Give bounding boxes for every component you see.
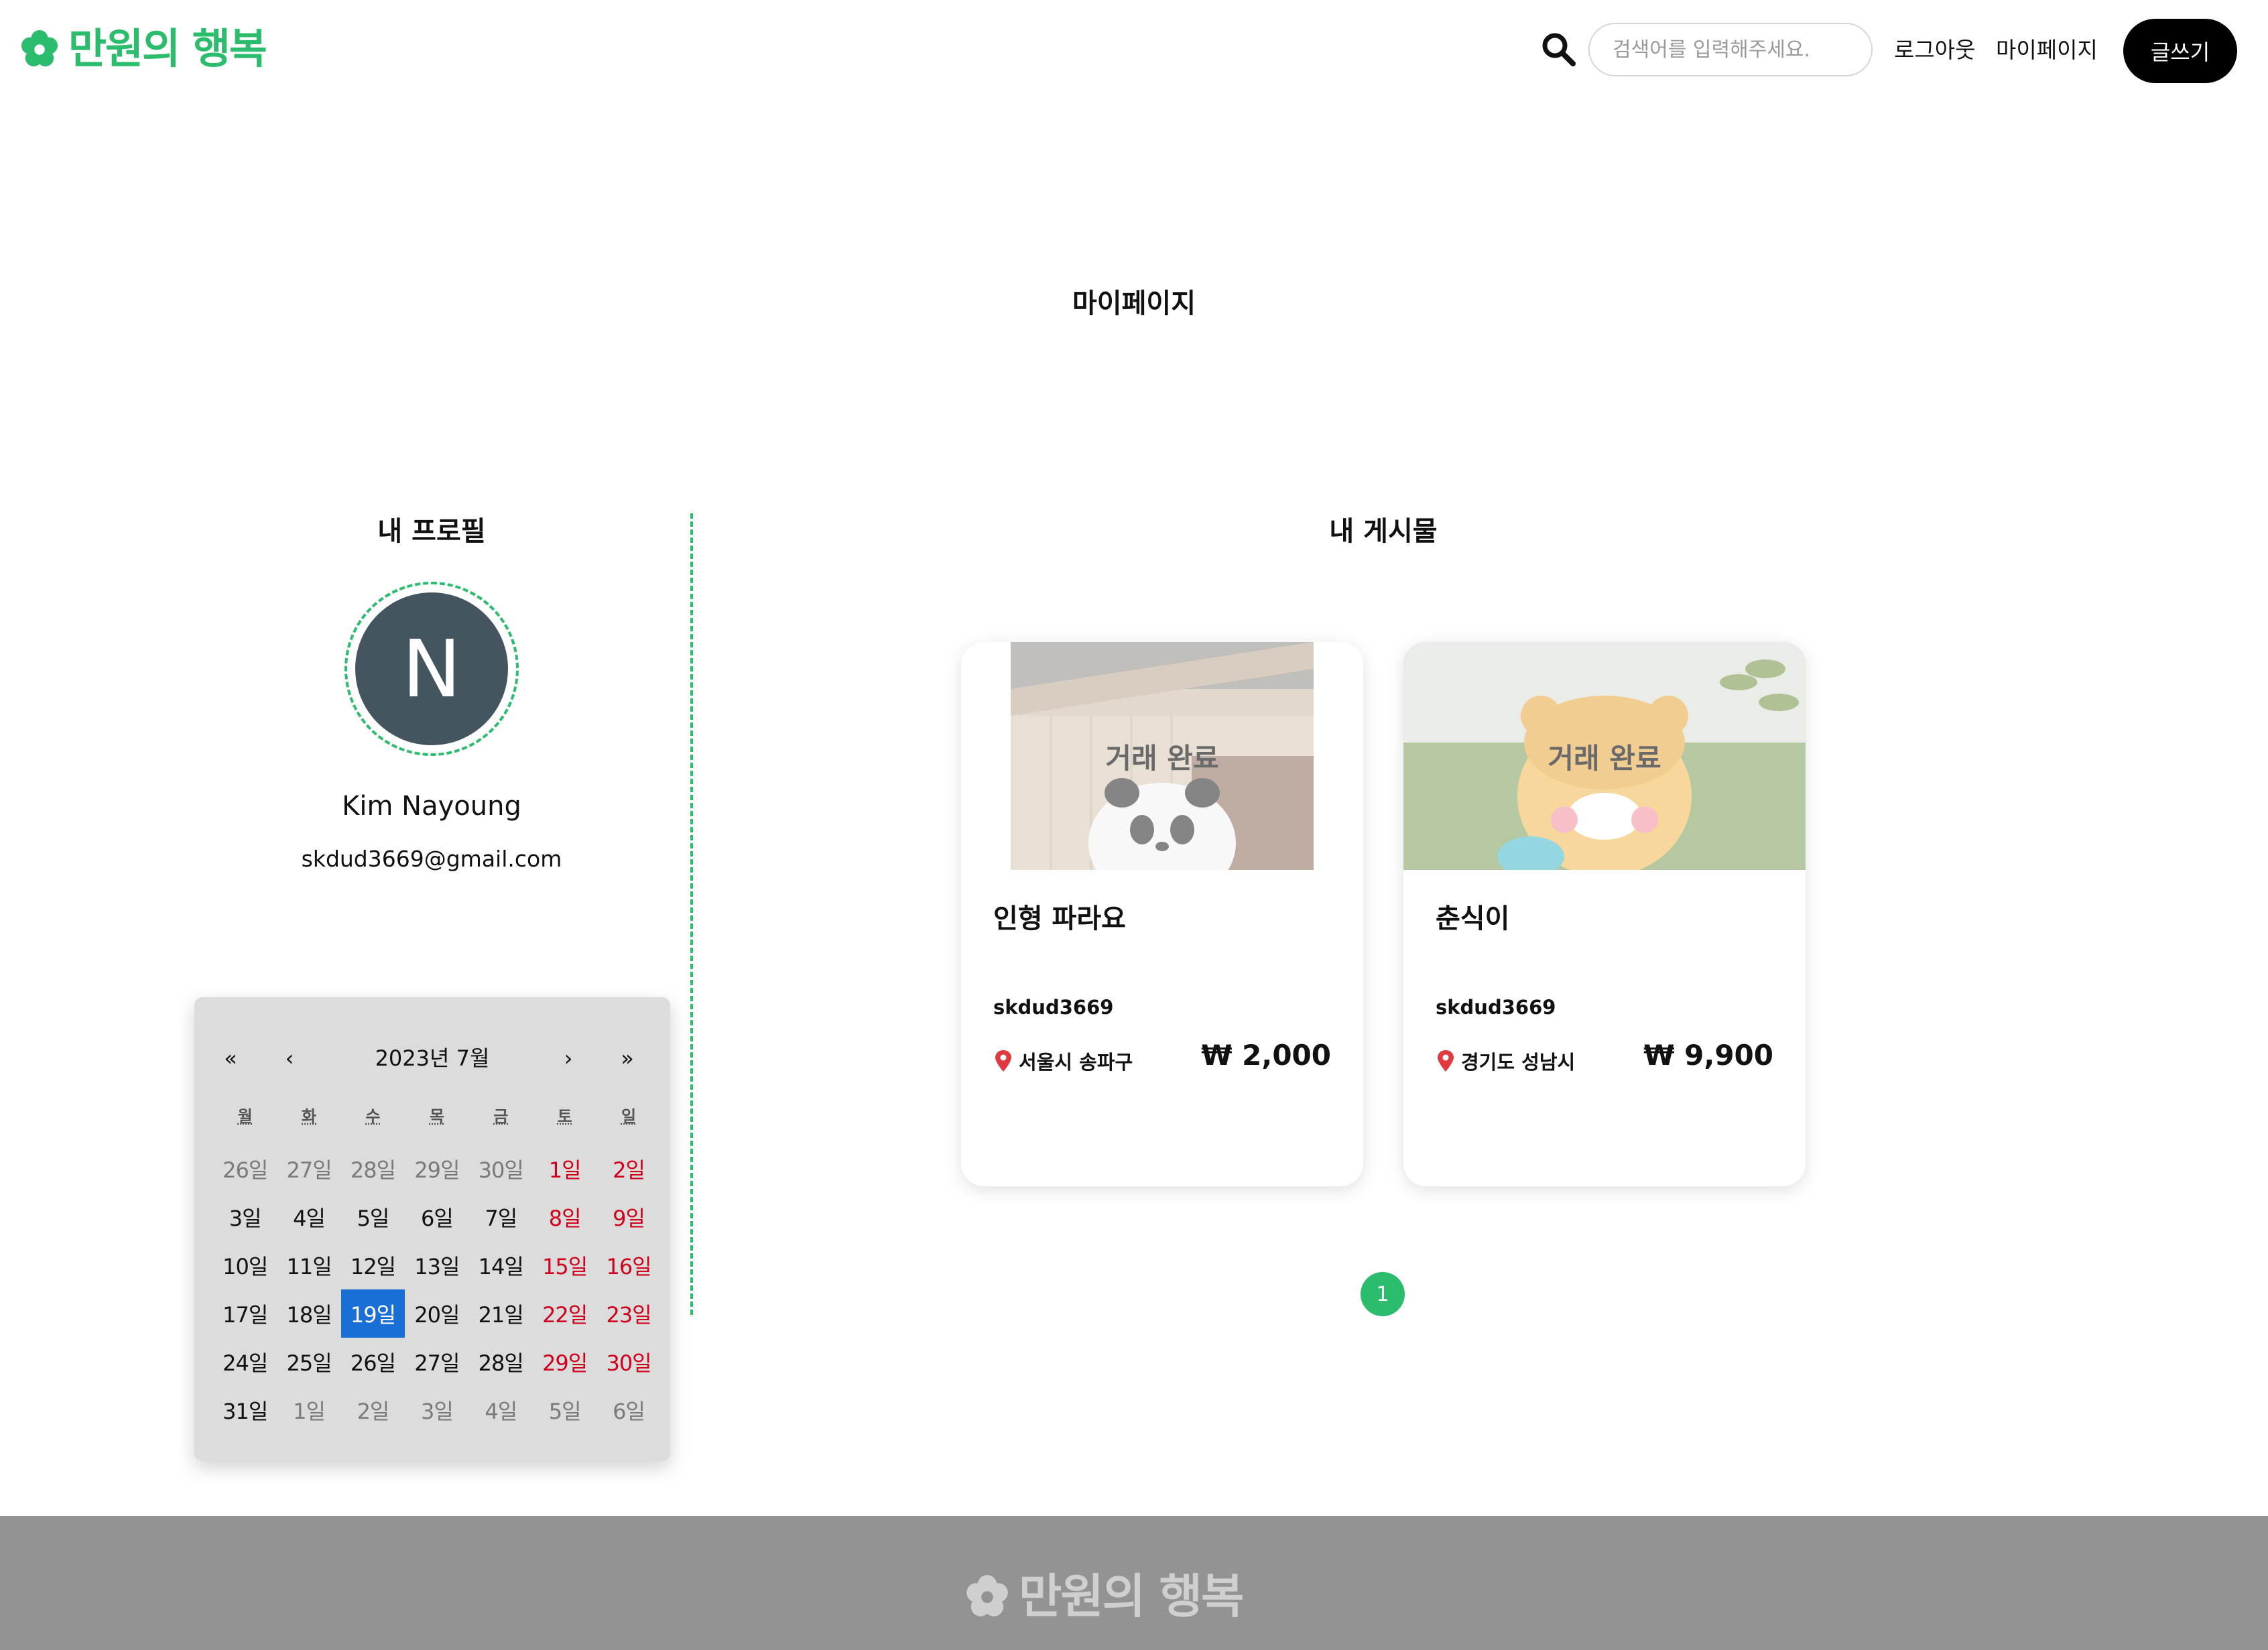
calendar-days-grid: 26일 27일 28일 29일 30일 1일 2일 3일 4일 5일 6일 7일 8일 9일 10일 11일 1… [213, 1145, 661, 1434]
sold-status: 거래 완료 [1105, 741, 1219, 775]
calendar-day[interactable]: 11일 [277, 1241, 340, 1289]
calendar-day[interactable]: 28일 [341, 1145, 405, 1193]
calendar-last-button[interactable]: » [607, 1037, 647, 1079]
sold-status: 거래 완료 [1548, 741, 1661, 775]
calendar-day[interactable]: 10일 [213, 1241, 277, 1289]
search-icon[interactable] [1540, 31, 1576, 67]
calendar-day[interactable]: 12일 [341, 1241, 405, 1289]
calendar-day[interactable]: 20일 [405, 1289, 468, 1338]
calendar-day[interactable]: 19일 [340, 1289, 405, 1338]
calendar-day[interactable]: 29일 [533, 1338, 596, 1386]
calendar-day[interactable]: 28일 [469, 1338, 533, 1386]
calendar-day[interactable]: 27일 [405, 1338, 468, 1386]
weekday-label: 금 [493, 1107, 509, 1126]
mypage-link[interactable]: 마이페이지 [1996, 35, 2098, 66]
calendar-day[interactable]: 2일 [341, 1386, 405, 1434]
post-title: 춘식이 [1436, 903, 1510, 934]
calendar-day[interactable]: 16일 [596, 1241, 660, 1289]
post-location-text: 서울시 송파구 [1019, 1051, 1133, 1074]
weekday-label: 화 [302, 1107, 317, 1126]
write-button[interactable]: 글쓰기 [2123, 19, 2237, 83]
weekday-label: 월 [237, 1107, 253, 1126]
calendar-day[interactable]: 5일 [341, 1193, 405, 1241]
section-divider [690, 513, 693, 1315]
calendar-next-button[interactable]: › [548, 1037, 588, 1079]
post-price: ₩ 9,900 [1643, 1039, 1773, 1072]
calendar-day[interactable]: 1일 [533, 1145, 596, 1193]
post-location-text: 경기도 성남시 [1461, 1051, 1576, 1074]
search-input[interactable] [1588, 23, 1873, 76]
calendar-day[interactable]: 22일 [533, 1289, 596, 1338]
brand-logo[interactable]: 만원의 행복 [20, 23, 267, 75]
location-pin-icon [995, 1050, 1011, 1072]
calendar-day[interactable]: 21일 [469, 1289, 533, 1338]
calendar-day[interactable]: 5일 [533, 1386, 596, 1434]
calendar-day[interactable]: 6일 [596, 1386, 660, 1434]
post-card[interactable]: 거래 완료 춘식이 skdud3669 경기도 성남시 ₩ 9,900 [1403, 642, 1806, 1186]
post-title: 인형 파라요 [993, 903, 1126, 934]
calendar-day[interactable]: 3일 [213, 1193, 277, 1241]
profile-email: skdud3669@gmail.com [301, 846, 562, 872]
sold-overlay: 거래 완료 [1403, 642, 1806, 870]
footer-logo: 만원의 행복 [965, 1569, 1244, 1624]
calendar-prev-button[interactable]: ‹ [269, 1037, 310, 1079]
post-price: ₩ 2,000 [1201, 1039, 1331, 1072]
profile-section-title: 내 프로필 [377, 516, 486, 547]
calendar-day[interactable]: 29일 [405, 1145, 468, 1193]
calendar-day[interactable]: 8일 [533, 1193, 596, 1241]
calendar-day[interactable]: 14일 [469, 1241, 533, 1289]
calendar-day[interactable]: 18일 [277, 1289, 340, 1338]
flower-icon [21, 29, 58, 67]
calendar-day[interactable]: 2일 [596, 1145, 660, 1193]
pagination-page-button[interactable]: 1 [1361, 1272, 1405, 1316]
post-thumbnail: 거래 완료 [1403, 642, 1806, 870]
calendar-day[interactable]: 4일 [469, 1386, 533, 1434]
post-seller: skdud3669 [1436, 996, 1556, 1019]
profile-name: Kim Nayoung [342, 791, 521, 822]
flower-icon [966, 1575, 1008, 1616]
calendar-day[interactable]: 1일 [277, 1386, 340, 1434]
weekday-label: 일 [621, 1107, 637, 1126]
calendar-first-button[interactable]: « [210, 1037, 251, 1079]
footer-brand-name: 만원의 행복 [1019, 1569, 1244, 1624]
calendar-day[interactable]: 7일 [469, 1193, 533, 1241]
calendar-weekdays: 월 화 수 목 금 토 일 [213, 1104, 661, 1129]
post-seller: skdud3669 [993, 996, 1114, 1019]
calendar-day[interactable]: 27일 [277, 1145, 340, 1193]
post-location: 경기도 성남시 [1436, 1047, 1575, 1075]
calendar-day[interactable]: 26일 [341, 1338, 405, 1386]
calendar-day[interactable]: 26일 [213, 1145, 277, 1193]
calendar-day[interactable]: 3일 [405, 1386, 468, 1434]
brand-name: 만원의 행복 [68, 24, 267, 73]
sold-overlay: 거래 완료 [1011, 642, 1314, 870]
calendar-day[interactable]: 30일 [469, 1145, 533, 1193]
calendar-day[interactable]: 25일 [277, 1338, 340, 1386]
calendar-day[interactable]: 6일 [405, 1193, 468, 1241]
calendar-day[interactable]: 24일 [213, 1338, 277, 1386]
post-card[interactable]: 거래 완료 인형 파라요 skdud3669 서울시 송파구 ₩ 2,000 [961, 642, 1363, 1186]
calendar-day[interactable]: 17일 [213, 1289, 277, 1338]
location-pin-icon [1438, 1050, 1454, 1072]
page-title: 마이페이지 [1072, 288, 1196, 319]
calendar-day[interactable]: 23일 [596, 1289, 660, 1338]
calendar-day[interactable]: 31일 [213, 1386, 277, 1434]
weekday-label: 토 [557, 1107, 572, 1126]
avatar: N [355, 592, 508, 745]
logout-link[interactable]: 로그아웃 [1894, 35, 1975, 66]
weekday-label: 수 [365, 1107, 381, 1126]
calendar: « ‹ 2023년 7월 › » 월 화 수 목 금 토 일 26일 27일 28일… [194, 997, 670, 1461]
calendar-day[interactable]: 4일 [277, 1193, 340, 1241]
calendar-day[interactable]: 30일 [596, 1338, 660, 1386]
post-thumbnail: 거래 완료 [961, 642, 1363, 870]
post-location: 서울시 송파구 [993, 1047, 1133, 1075]
calendar-day[interactable]: 9일 [596, 1193, 660, 1241]
posts-section-title: 내 게시물 [1329, 516, 1438, 547]
weekday-label: 목 [429, 1107, 444, 1126]
calendar-month-label[interactable]: 2023년 7월 [328, 1037, 536, 1079]
calendar-day[interactable]: 13일 [405, 1241, 468, 1289]
calendar-day[interactable]: 15일 [533, 1241, 596, 1289]
